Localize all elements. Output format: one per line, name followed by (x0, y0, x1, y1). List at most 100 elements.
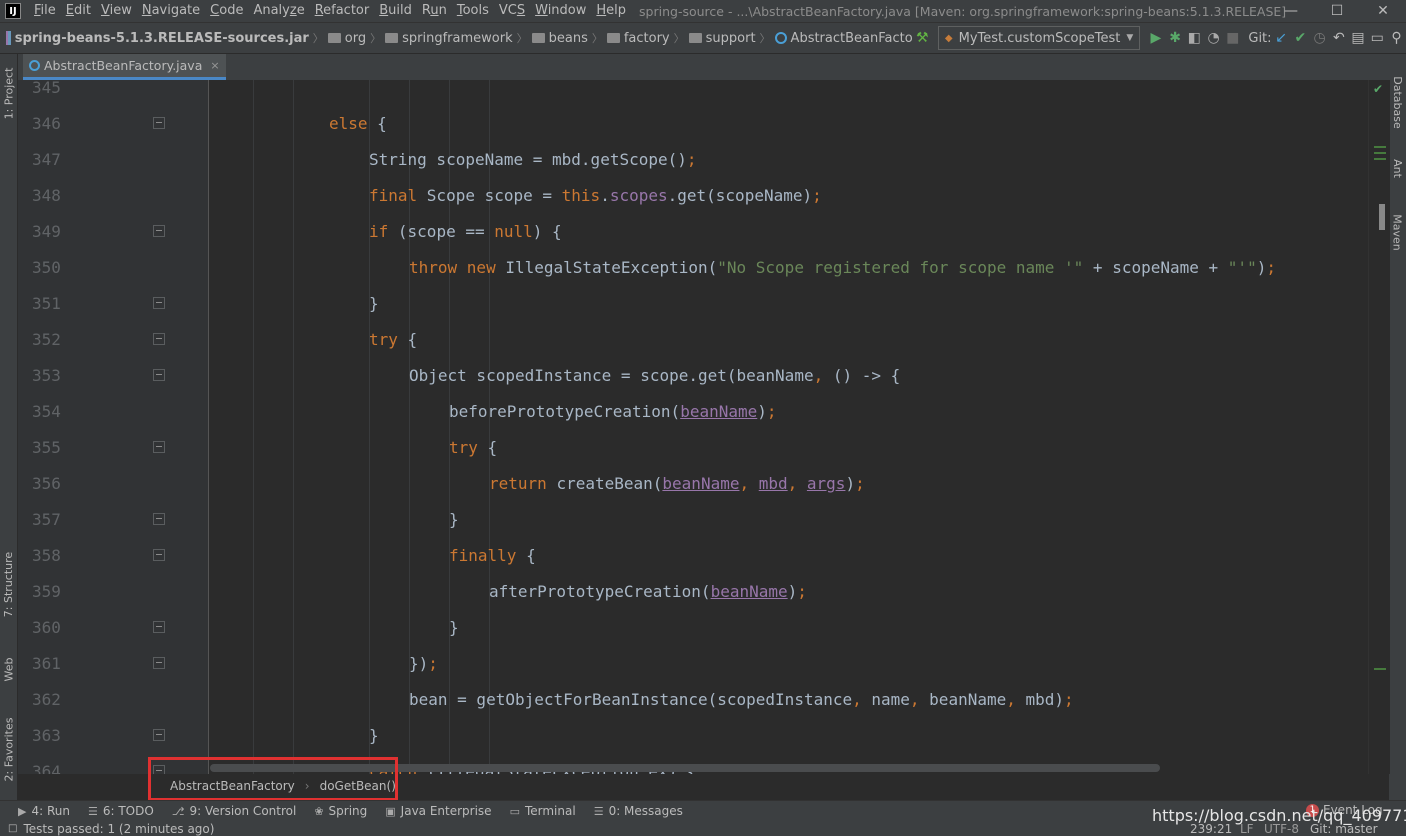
menu-build[interactable]: Build (374, 0, 417, 22)
git-rollback-icon[interactable]: ↶ (1331, 27, 1346, 49)
tool-tab-structure[interactable]: 7: Structure (0, 544, 17, 624)
fold-toggle-icon[interactable] (153, 549, 165, 561)
search-icon[interactable]: ⚲ (1389, 27, 1404, 49)
run-configuration-select[interactable]: ◆ MyTest.customScopeTest ▼ (937, 26, 1141, 50)
code-line[interactable]: 355 try { (18, 430, 1368, 466)
change-marker[interactable] (1374, 158, 1386, 160)
build-hammer-icon[interactable]: ⚒ (915, 27, 930, 49)
tool-tab-project[interactable]: 1: Project (0, 58, 17, 128)
menu-help[interactable]: Help (591, 0, 631, 22)
tool-tab-ant[interactable]: Ant (1389, 146, 1406, 190)
tool-window-6-todo[interactable]: ☰ 6: TODO (88, 804, 154, 818)
menu-analyze[interactable]: Analyze (248, 0, 309, 22)
code-line[interactable]: 346 else { (18, 106, 1368, 142)
change-marker[interactable] (1374, 152, 1386, 154)
code-text: String scopeName = mbd.getScope(); (369, 150, 697, 169)
menu-edit[interactable]: Edit (61, 0, 96, 22)
nav-crumb-factory[interactable]: factory 〉 (606, 30, 689, 46)
menu-tools[interactable]: Tools (452, 0, 494, 22)
code-line[interactable]: 354 beforePrototypeCreation(beanName); (18, 394, 1368, 430)
fold-toggle-icon[interactable] (153, 657, 165, 669)
tool-window-java-enterprise[interactable]: ▣ Java Enterprise (385, 804, 491, 818)
menu-run[interactable]: Run (417, 0, 452, 22)
scroll-thumb[interactable] (1379, 204, 1385, 230)
tool-tab-maven[interactable]: Maven (1389, 202, 1406, 262)
code-line[interactable]: 361}); (18, 646, 1368, 682)
code-text: Object scopedInstance = scope.get(beanNa… (409, 366, 901, 385)
line-number: 351 (32, 294, 61, 313)
menu-refactor[interactable]: Refactor (310, 0, 375, 22)
code-line[interactable]: 352 try { (18, 322, 1368, 358)
change-marker[interactable] (1374, 146, 1386, 148)
code-line[interactable]: 353 Object scopedInstance = scope.get(bea… (18, 358, 1368, 394)
fold-toggle-icon[interactable] (153, 333, 165, 345)
code-line[interactable]: 349 if (scope == null) { (18, 214, 1368, 250)
code-line[interactable]: 356 return createBean(beanName, mbd, args… (18, 466, 1368, 502)
window-title: spring-source - ...\AbstractBeanFactory.… (639, 3, 1287, 19)
debug-icon[interactable]: ✱ (1168, 27, 1183, 49)
tool-window-9-version-control[interactable]: ⎇ 9: Version Control (172, 804, 297, 818)
close-button[interactable]: ✕ (1360, 0, 1406, 22)
git-commit-icon[interactable]: ✔ (1293, 27, 1308, 49)
nav-crumb-support[interactable]: support 〉 (688, 30, 775, 46)
code-line[interactable]: 350 throw new IllegalStateException("No S… (18, 250, 1368, 286)
code-line[interactable]: 359 afterPrototypeCreation(beanName); (18, 574, 1368, 610)
menu-view[interactable]: View (96, 0, 137, 22)
nav-crumb-org[interactable]: org 〉 (327, 30, 385, 46)
fold-toggle-icon[interactable] (153, 297, 165, 309)
stop-icon[interactable]: ■ (1225, 27, 1240, 49)
nav-crumb-springframework[interactable]: springframework 〉 (385, 30, 531, 46)
fold-toggle-icon[interactable] (153, 117, 165, 129)
close-tab-icon[interactable]: × (210, 59, 219, 72)
menu-vcs[interactable]: VCS (494, 0, 530, 22)
line-number: 347 (32, 150, 61, 169)
git-update-icon[interactable]: ↙ (1274, 27, 1289, 49)
project-structure-icon[interactable]: ▤ (1350, 27, 1365, 49)
tool-window-spring[interactable]: ❀ Spring (314, 804, 367, 818)
code-line[interactable]: 362 bean = getObjectForBeanInstance(scope… (18, 682, 1368, 718)
folder-icon (385, 33, 399, 43)
line-number: 348 (32, 186, 61, 205)
highlight-annotation (148, 757, 398, 801)
code-line[interactable]: 345 (18, 80, 1368, 106)
tool-window-4-run[interactable]: ▶ 4: Run (18, 804, 70, 818)
code-line[interactable]: 363} (18, 718, 1368, 754)
fold-toggle-icon[interactable] (153, 729, 165, 741)
code-line[interactable]: 358 finally { (18, 538, 1368, 574)
presentation-icon[interactable]: ▭ (1370, 27, 1385, 49)
tool-window-terminal[interactable]: ▭ Terminal (510, 804, 576, 818)
menu-navigate[interactable]: Navigate (137, 0, 205, 22)
fold-toggle-icon[interactable] (153, 621, 165, 633)
fold-toggle-icon[interactable] (153, 513, 165, 525)
menu-window[interactable]: Window (530, 0, 591, 22)
git-history-icon[interactable]: ◷ (1312, 27, 1327, 49)
tool-tab-database[interactable]: Database (1389, 62, 1406, 142)
fold-toggle-icon[interactable] (153, 225, 165, 237)
tab-abstractbeanfactory[interactable]: AbstractBeanFactory.java × (23, 54, 226, 80)
code-line[interactable]: 351} (18, 286, 1368, 322)
coverage-icon[interactable]: ◧ (1187, 27, 1202, 49)
fold-toggle-icon[interactable] (153, 369, 165, 381)
maximize-button[interactable]: ☐ (1314, 0, 1360, 22)
code-line[interactable]: 360} (18, 610, 1368, 646)
tab-label: AbstractBeanFactory.java (44, 58, 203, 73)
run-icon[interactable]: ▶ (1148, 27, 1163, 49)
tool-tab-favorites[interactable]: 2: Favorites (0, 704, 17, 794)
run-config-label: MyTest.customScopeTest (958, 30, 1121, 46)
error-stripe: ✔ (1368, 80, 1390, 774)
change-marker[interactable] (1374, 668, 1386, 670)
fold-toggle-icon[interactable] (153, 441, 165, 453)
nav-crumb-beans[interactable]: beans 〉 (531, 30, 607, 46)
code-editor[interactable]: 345 346 else { 347 String scopeName = mbd.ge… (18, 80, 1368, 774)
code-line[interactable]: 357} (18, 502, 1368, 538)
nav-crumb-class[interactable]: AbstractBeanFacto (774, 31, 913, 46)
tool-window-0-messages[interactable]: ☰ 0: Messages (594, 804, 683, 818)
tool-tab-web[interactable]: Web (0, 644, 17, 694)
menu-code[interactable]: Code (205, 0, 248, 22)
code-line[interactable]: 347 String scopeName = mbd.getScope(); (18, 142, 1368, 178)
code-line[interactable]: 348 final Scope scope = this.scopes.get(s… (18, 178, 1368, 214)
profile-icon[interactable]: ◔ (1206, 27, 1221, 49)
nav-crumb-jar[interactable]: spring-beans-5.1.3.RELEASE-sources.jar 〉 (15, 30, 328, 46)
minimize-button[interactable]: — (1268, 0, 1314, 22)
menu-file[interactable]: File (29, 0, 61, 22)
